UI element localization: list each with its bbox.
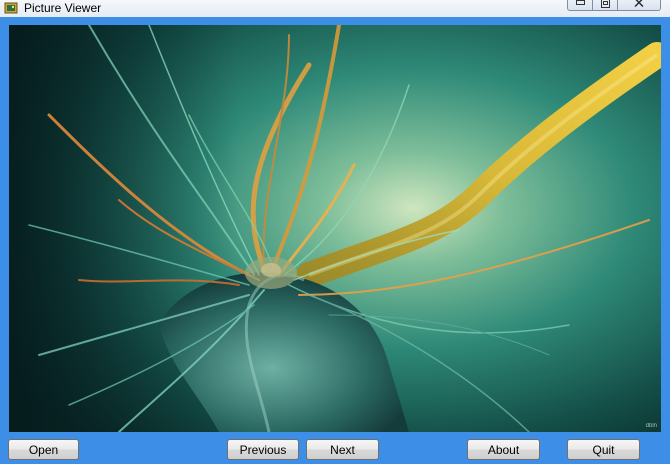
image-watermark: dbln	[645, 423, 657, 429]
minimize-icon	[575, 0, 585, 5]
app-icon	[4, 2, 18, 14]
displayed-picture	[9, 25, 661, 432]
quit-button[interactable]: Quit	[567, 439, 640, 460]
maximize-icon	[600, 0, 610, 8]
window-title: Picture Viewer	[24, 1, 102, 15]
previous-button[interactable]: Previous	[227, 439, 299, 460]
minimize-button[interactable]	[567, 0, 593, 11]
title-bar[interactable]: Picture Viewer	[0, 0, 670, 17]
maximize-button[interactable]	[592, 0, 618, 11]
close-icon	[634, 0, 644, 7]
picture-box: dbln	[9, 25, 661, 432]
open-button[interactable]: Open	[8, 439, 79, 460]
close-button[interactable]	[617, 0, 661, 11]
next-button[interactable]: Next	[306, 439, 379, 460]
about-button[interactable]: About	[467, 439, 540, 460]
